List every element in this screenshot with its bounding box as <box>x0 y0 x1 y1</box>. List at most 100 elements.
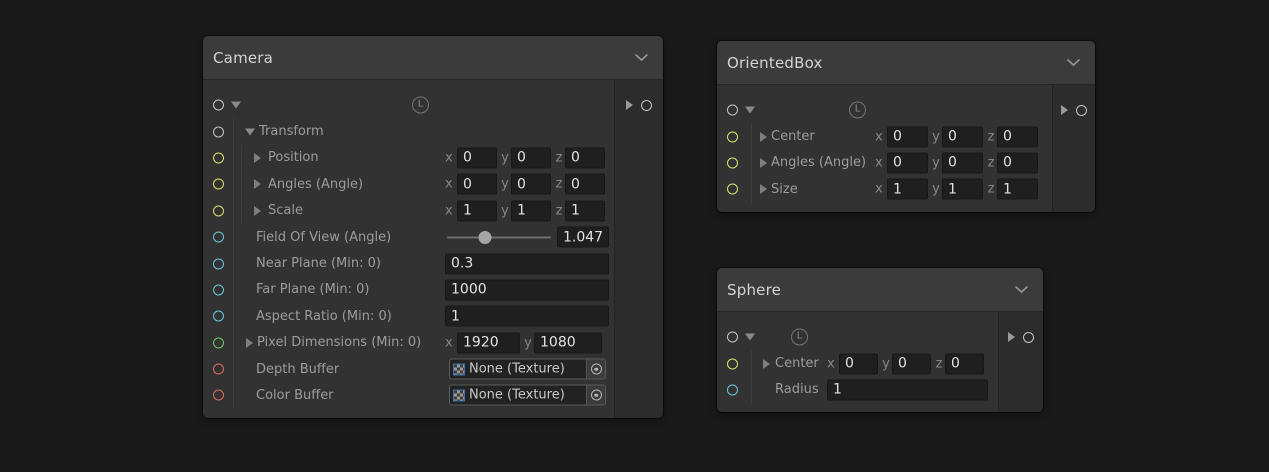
field-of-view-port[interactable] <box>213 232 224 243</box>
collapse-chevron-icon[interactable] <box>635 54 648 62</box>
node-input-port[interactable] <box>727 105 738 116</box>
near-plane-input[interactable] <box>445 253 609 274</box>
center-port[interactable] <box>727 358 738 369</box>
size-expander-icon[interactable] <box>760 184 767 194</box>
angles-y-input[interactable] <box>511 174 551 195</box>
color-buffer-port[interactable] <box>213 390 224 401</box>
node-input-port[interactable] <box>213 100 224 111</box>
scale-x-input[interactable] <box>457 200 497 221</box>
slider-track <box>447 236 551 238</box>
position-expander-icon[interactable] <box>254 153 261 163</box>
angles-y-input[interactable] <box>942 152 983 173</box>
indent-guide <box>233 145 234 171</box>
output-expander-icon[interactable] <box>626 100 633 110</box>
depth-buffer-object-field[interactable]: None (Texture) <box>449 359 606 380</box>
angles-z-input[interactable] <box>565 174 605 195</box>
color-buffer-object-field[interactable]: None (Texture) <box>449 385 606 406</box>
transform-expander-icon[interactable] <box>245 128 255 135</box>
pixel-width-input[interactable] <box>457 332 520 353</box>
angles-port[interactable] <box>213 179 224 190</box>
node-sphere[interactable]: Sphere L Center x y <box>717 268 1043 412</box>
position-z-input[interactable] <box>565 147 605 168</box>
radius-port[interactable] <box>727 384 738 395</box>
field-of-view-input[interactable] <box>557 227 609 248</box>
node-camera[interactable]: Camera L Transform <box>203 36 663 418</box>
node-orientedbox[interactable]: OrientedBox L Center x y <box>717 41 1095 212</box>
collapse-inputs-icon[interactable] <box>231 102 241 109</box>
collapse-inputs-icon[interactable] <box>745 334 755 341</box>
local-space-toggle[interactable]: L <box>849 102 866 119</box>
center-z-input[interactable] <box>997 126 1038 147</box>
center-fields: x y z <box>875 126 1041 147</box>
scale-z-input[interactable] <box>565 200 605 221</box>
angles-expander-icon[interactable] <box>760 158 767 168</box>
size-x-input[interactable] <box>887 179 928 200</box>
center-expander-icon[interactable] <box>760 132 767 142</box>
aspect-ratio-port[interactable] <box>213 311 224 322</box>
local-space-toggle[interactable]: L <box>412 97 429 114</box>
angles-x-input[interactable] <box>457 174 497 195</box>
pixel-height-input[interactable] <box>534 332 602 353</box>
object-picker-button[interactable] <box>586 360 605 379</box>
field-of-view-slider[interactable] <box>445 227 553 247</box>
scale-port[interactable] <box>213 205 224 216</box>
camera-output-port[interactable] <box>641 100 652 111</box>
center-x-input[interactable] <box>839 353 878 374</box>
position-x-input[interactable] <box>457 147 497 168</box>
depth-buffer-port[interactable] <box>213 364 224 375</box>
node-title: Camera <box>213 49 273 67</box>
pixel-dimensions-port[interactable] <box>213 337 224 348</box>
axis-x-label: x <box>875 129 887 144</box>
angles-expander-icon[interactable] <box>254 179 261 189</box>
local-space-toggle[interactable]: L <box>791 329 808 346</box>
center-expander-icon[interactable] <box>763 359 770 369</box>
orientedbox-node-header[interactable]: OrientedBox <box>717 41 1095 85</box>
orientedbox-main-area: L Center x y z <box>717 85 1052 212</box>
object-picker-button[interactable] <box>586 386 605 405</box>
center-z-input[interactable] <box>945 353 984 374</box>
position-y-input[interactable] <box>511 147 551 168</box>
aspect-ratio-control <box>445 306 609 327</box>
orientedbox-output-port[interactable] <box>1076 105 1087 116</box>
axis-y-label: y <box>499 150 511 165</box>
node-input-port[interactable] <box>727 332 738 343</box>
sphere-node-header[interactable]: Sphere <box>717 268 1043 312</box>
indent-guide <box>751 176 752 202</box>
sphere-output-port[interactable] <box>1023 332 1034 343</box>
slider-handle[interactable] <box>478 231 491 244</box>
center-y-input[interactable] <box>942 126 983 147</box>
collapse-chevron-icon[interactable] <box>1067 59 1080 67</box>
center-port[interactable] <box>727 131 738 142</box>
collapse-inputs-icon[interactable] <box>745 107 755 114</box>
pixel-dimensions-expander-icon[interactable] <box>246 338 253 348</box>
axis-y-label: y <box>930 129 942 144</box>
sphere-node-body: L Center x y z <box>717 312 1043 412</box>
collapse-chevron-icon[interactable] <box>1015 286 1028 294</box>
radius-input[interactable] <box>827 379 988 400</box>
transform-port[interactable] <box>213 126 224 137</box>
far-plane-input[interactable] <box>445 279 609 300</box>
far-plane-port[interactable] <box>213 284 224 295</box>
angles-port[interactable] <box>727 157 738 168</box>
size-z-input[interactable] <box>997 179 1038 200</box>
center-x-input[interactable] <box>887 126 928 147</box>
size-port[interactable] <box>727 184 738 195</box>
scale-fields: x y z <box>445 200 609 221</box>
scale-expander-icon[interactable] <box>254 206 261 216</box>
scale-y-input[interactable] <box>511 200 551 221</box>
aspect-ratio-input[interactable] <box>445 306 609 327</box>
node-canvas[interactable]: Camera L Transform <box>0 0 1269 472</box>
camera-node-header[interactable]: Camera <box>203 36 663 80</box>
axis-x-label: x <box>875 155 887 170</box>
row-field-of-view: Field Of View (Angle) <box>203 224 614 250</box>
near-plane-port[interactable] <box>213 258 224 269</box>
position-port[interactable] <box>213 152 224 163</box>
angles-x-input[interactable] <box>887 152 928 173</box>
camera-main-area: L Transform Position x <box>203 80 614 418</box>
angles-z-input[interactable] <box>997 152 1038 173</box>
sphere-output-strip <box>998 312 1043 412</box>
output-expander-icon[interactable] <box>1061 105 1068 115</box>
size-y-input[interactable] <box>942 179 983 200</box>
center-y-input[interactable] <box>892 353 931 374</box>
output-expander-icon[interactable] <box>1008 332 1015 342</box>
